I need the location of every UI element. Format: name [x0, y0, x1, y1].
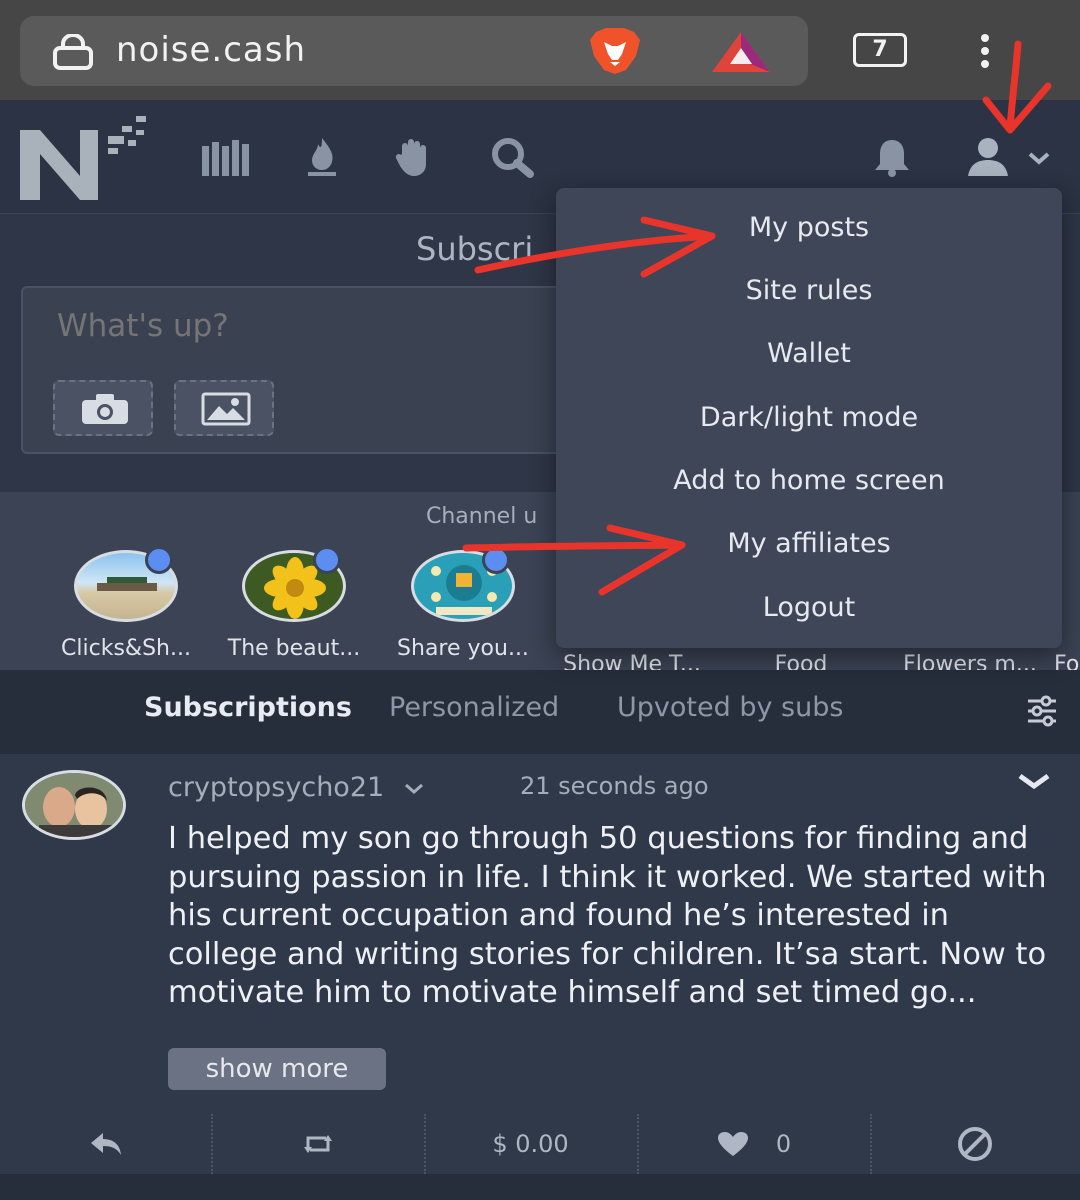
block-icon	[958, 1127, 992, 1161]
tab-subscriptions[interactable]: Subscriptions	[144, 692, 352, 723]
brave-lion-icon[interactable]	[586, 26, 644, 76]
user-dropdown-menu: My posts Site rules Wallet Dark/light mo…	[556, 188, 1062, 648]
show-more-button[interactable]: show more	[168, 1048, 386, 1090]
avatar-photo	[25, 773, 123, 837]
section-title: Subscri	[416, 230, 534, 268]
like-count: 0	[775, 1130, 792, 1158]
chevron-down-icon[interactable]	[1024, 136, 1054, 178]
add-photo-button[interactable]	[53, 380, 153, 436]
tip-amount: $ 0.00	[492, 1130, 569, 1158]
user-icon[interactable]	[962, 136, 1014, 178]
menu-item-add-to-home-screen[interactable]: Add to home screen	[556, 465, 1062, 496]
menu-item-wallet[interactable]: Wallet	[556, 338, 1062, 369]
flame-icon[interactable]	[296, 136, 348, 178]
heart-icon	[717, 1132, 748, 1156]
channel-badge-dot	[145, 546, 173, 574]
post-actions: $ 0.00 0	[0, 1114, 1080, 1174]
tab-switcher-button[interactable]: 7	[853, 33, 907, 67]
browser-toolbar: noise.cash 7	[0, 0, 1080, 100]
hand-icon[interactable]	[390, 136, 442, 178]
channel-label: Clicks&Sh...	[61, 636, 191, 661]
chevron-down-icon[interactable]	[1016, 770, 1052, 794]
menu-item-site-rules[interactable]: Site rules	[556, 275, 1062, 306]
search-icon[interactable]	[486, 136, 538, 178]
camera-icon	[82, 394, 128, 424]
tab-personalized[interactable]: Personalized	[389, 692, 559, 723]
tab-upvoted-by-subs[interactable]: Upvoted by subs	[617, 692, 843, 723]
image-icon	[201, 392, 251, 426]
tip-button[interactable]: $ 0.00	[424, 1114, 637, 1174]
channel-badge-dot	[313, 546, 341, 574]
post-username[interactable]: cryptopsycho21	[168, 772, 427, 803]
reply-icon	[90, 1133, 121, 1155]
filter-sliders-icon[interactable]	[1026, 694, 1058, 728]
feed-tabs: Subscriptions Personalized Upvoted by su…	[0, 670, 1080, 754]
channel-label: Share you...	[397, 636, 529, 661]
channel-item[interactable]: Clicks&Sh...	[41, 546, 211, 661]
post-card: cryptopsycho21 21 seconds ago I helped m…	[0, 754, 1080, 1174]
menu-item-logout[interactable]: Logout	[556, 592, 1062, 623]
lock-icon	[53, 34, 93, 70]
post-body: I helped my son go through 50 questions …	[168, 821, 1047, 1010]
channel-item[interactable]: Share you...	[378, 546, 548, 661]
bat-triangle-icon[interactable]	[710, 30, 772, 74]
reply-button[interactable]	[0, 1114, 211, 1174]
address-bar[interactable]: noise.cash	[20, 16, 808, 86]
repost-icon	[303, 1135, 332, 1153]
like-button[interactable]: 0	[637, 1114, 870, 1174]
repost-button[interactable]	[211, 1114, 424, 1174]
avatar[interactable]	[22, 770, 126, 840]
username-text[interactable]: cryptopsycho21	[168, 772, 384, 803]
library-icon[interactable]	[200, 136, 252, 178]
channel-badge-dot	[482, 546, 510, 574]
menu-item-my-posts[interactable]: My posts	[556, 212, 1062, 243]
url-text[interactable]: noise.cash	[116, 30, 306, 70]
post-timestamp[interactable]: 21 seconds ago	[520, 772, 709, 800]
chevron-down-icon[interactable]	[401, 780, 427, 798]
menu-item-dark-light-mode[interactable]: Dark/light mode	[556, 402, 1062, 433]
bell-icon[interactable]	[866, 136, 918, 178]
block-button[interactable]	[870, 1114, 1080, 1174]
noise-cash-logo[interactable]	[18, 112, 150, 202]
compose-input[interactable]	[57, 308, 557, 344]
menu-item-my-affiliates[interactable]: My affiliates	[556, 528, 1062, 559]
add-image-button[interactable]	[174, 380, 274, 436]
bottom-strip	[0, 1174, 1080, 1200]
channels-title: Channel u	[426, 504, 538, 529]
channel-label: The beaut...	[227, 636, 361, 661]
channel-item[interactable]: The beaut...	[209, 546, 379, 661]
more-vertical-icon[interactable]	[978, 34, 992, 68]
